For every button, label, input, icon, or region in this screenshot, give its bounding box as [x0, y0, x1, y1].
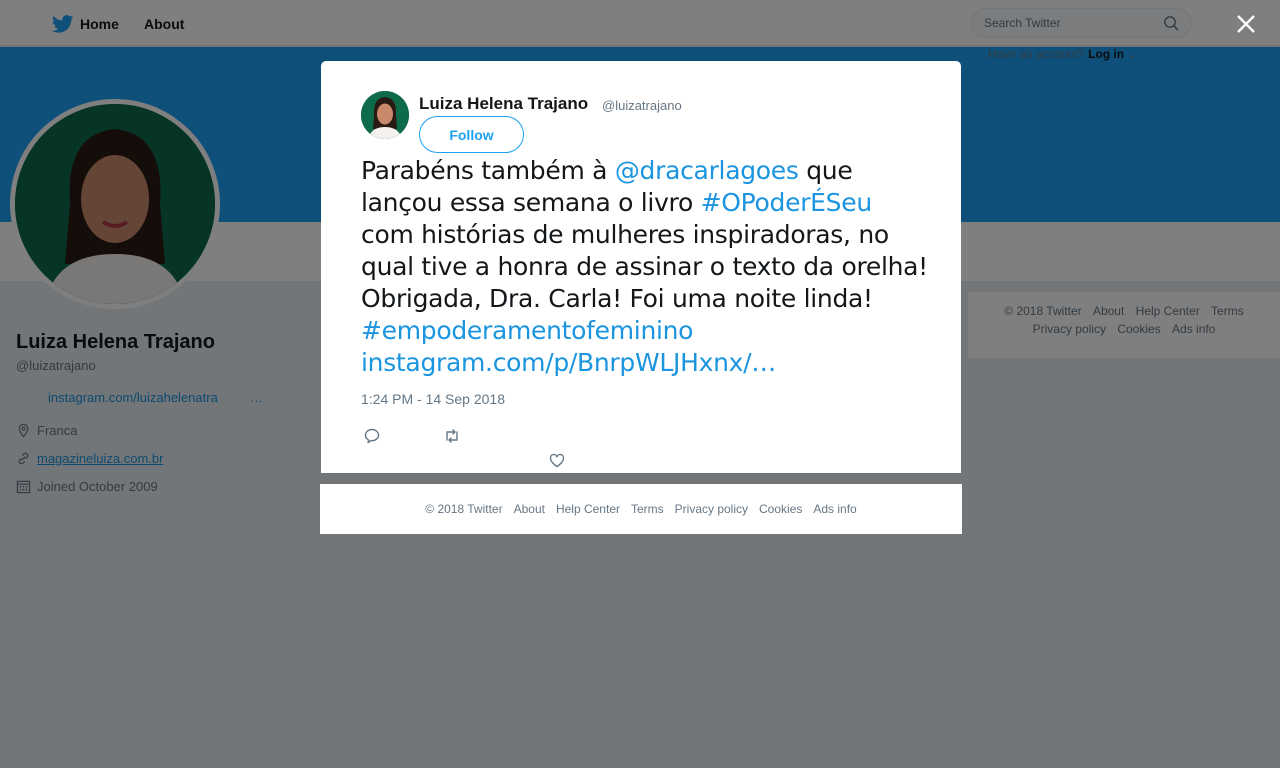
hashtag-link[interactable]: #empoderamentofeminino — [361, 316, 693, 345]
tweet-author-avatar[interactable] — [361, 91, 409, 139]
tweet-timestamp[interactable]: 1:24 PM - 14 Sep 2018 — [361, 391, 505, 407]
tweet-text-segment: Parabéns também à — [361, 156, 615, 185]
retweet-button[interactable] — [443, 427, 465, 449]
like-button[interactable] — [548, 451, 570, 473]
footer-help-center-link[interactable]: Help Center — [556, 502, 620, 516]
tweet-author-handle[interactable]: @luizatrajano — [602, 98, 682, 113]
retweet-icon — [446, 429, 458, 443]
modal-footer: © 2018 Twitter About Help Center Terms P… — [320, 484, 962, 534]
footer-terms-link[interactable]: Terms — [631, 502, 664, 516]
follow-button[interactable]: Follow — [419, 116, 524, 153]
tweet-url-link[interactable]: instagram.com/p/BnrpWLJHxnx/… — [361, 348, 776, 377]
reply-icon — [364, 428, 380, 444]
person-portrait-icon — [361, 91, 409, 139]
footer-cookies-link[interactable]: Cookies — [759, 502, 802, 516]
reply-button[interactable] — [363, 427, 385, 449]
tweet-author-name[interactable]: Luiza Helena Trajano — [419, 94, 588, 114]
hashtag-link[interactable]: #OPoderÉSeu — [701, 188, 873, 217]
footer-privacy-link[interactable]: Privacy policy — [675, 502, 748, 516]
tweet-permalink-modal: Luiza Helena Trajano @luizatrajano Follo… — [321, 61, 961, 473]
footer-ads-info-link[interactable]: Ads info — [813, 502, 856, 516]
footer-about-link[interactable]: About — [514, 502, 545, 516]
tweet-text-segment: com histórias de mulheres inspiradoras, … — [361, 220, 928, 313]
tweet-text: Parabéns também à @dracarlagoes que lanç… — [361, 155, 931, 379]
mention-link[interactable]: @dracarlagoes — [615, 156, 799, 185]
like-icon — [549, 453, 565, 468]
footer-copyright: © 2018 Twitter — [425, 502, 503, 516]
close-icon[interactable] — [1234, 12, 1258, 36]
